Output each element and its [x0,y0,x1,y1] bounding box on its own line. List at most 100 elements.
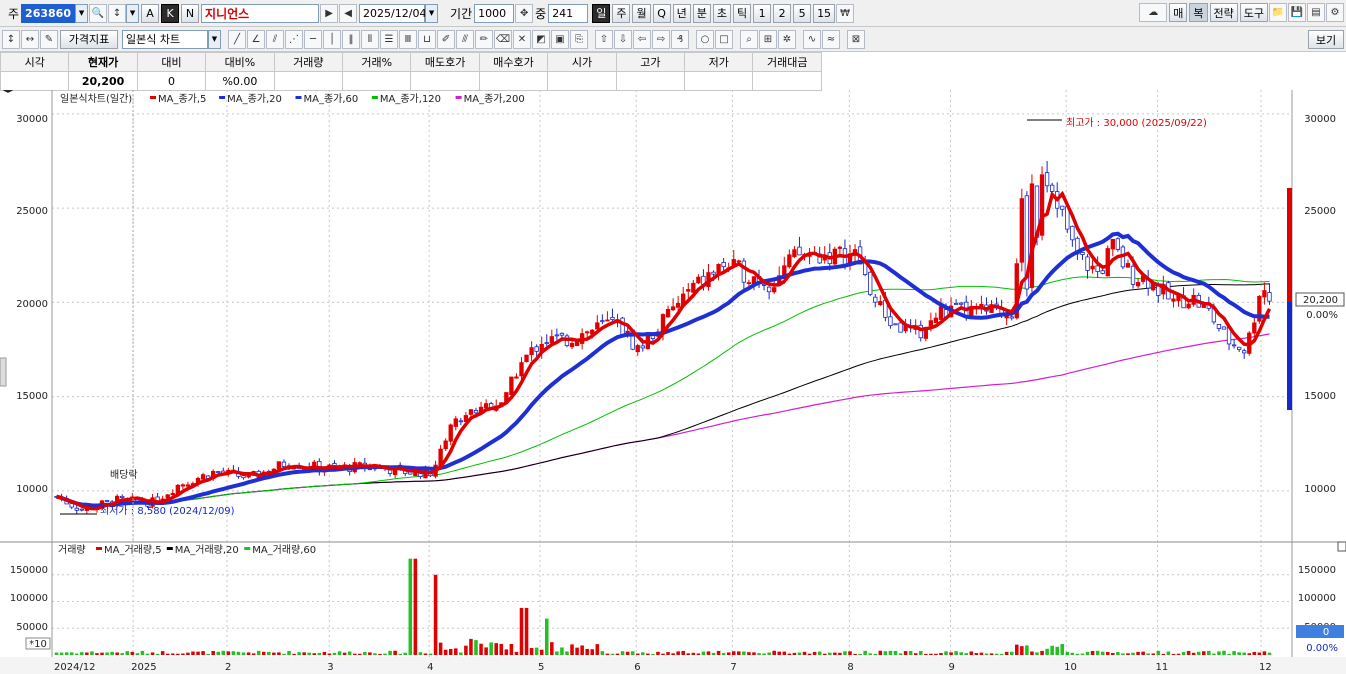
tf-week[interactable]: 주 [612,3,631,23]
tf-second[interactable]: 초 [712,3,731,23]
legend-swatch [96,547,102,550]
date-input[interactable]: 2025/12/04 [359,3,426,23]
search-icon[interactable]: 🔍 [89,3,108,23]
code-dropdown-icon[interactable]: ▼ [75,3,89,23]
tf-15[interactable]: 15 [813,3,836,23]
parallel-icon[interactable]: ⫻ [456,29,474,49]
attach-icon[interactable]: ⎘ [570,29,588,49]
arrow-up-icon[interactable]: ⇧ [595,29,613,49]
channel-icon[interactable]: ⫽ [266,29,284,49]
rectangle-icon[interactable]: □ [715,29,733,49]
clear-all-icon[interactable]: ⊠ [847,29,865,49]
brush-icon[interactable]: ✏ [475,29,493,49]
chart-type-select[interactable]: 일본식 차트 [122,29,208,49]
settings-icon[interactable]: ⚙ [1326,3,1344,22]
price-chart[interactable]: 일본식차트(일간) MA_종가,5 MA_종가,20 MA_종가,60 MA_종가,1… [0,90,1346,674]
val-low [684,71,754,91]
sort-icon[interactable]: ↕ [108,3,127,23]
hline-icon[interactable]: ─ [304,29,322,49]
tf-quarter[interactable]: Q [652,3,671,23]
print-icon[interactable]: ▤ [1307,3,1325,22]
arrow-right-icon[interactable]: ⇨ [652,29,670,49]
arrow-left-icon[interactable]: ⇦ [633,29,651,49]
val-current: 20,200 [68,71,138,91]
vertical-move-icon[interactable]: ↕ [2,29,20,49]
tf-day[interactable]: 일 [592,3,611,23]
tf-year[interactable]: 년 [672,3,691,23]
volume-bar [443,649,448,655]
cycle-icon[interactable]: ‖ [342,29,360,49]
grid-icon[interactable]: ☰ [380,29,398,49]
price-tag-icon[interactable]: ₰ [671,29,689,49]
candle-body [1009,316,1014,319]
count-input[interactable]: 241 [548,3,589,23]
tools-button[interactable]: 도구 [1239,3,1268,22]
chart-type-dropdown-icon[interactable]: ▼ [208,29,221,49]
left-panel-handle[interactable] [0,357,7,387]
cloud-icon[interactable]: ☁ [1139,3,1168,22]
tf-1[interactable]: 1 [753,3,772,23]
candle-body [1252,322,1257,334]
tf-month[interactable]: 월 [632,3,651,23]
sort-dropdown-icon[interactable]: ▼ [126,3,140,23]
period-lines-icon[interactable]: Ⅲ [399,29,417,49]
candle-body [878,301,883,306]
candle-body [1216,324,1222,329]
legend-swatch [295,96,302,99]
play-next-icon[interactable]: ▶ [320,3,339,23]
arrow-down-icon[interactable]: ⇩ [614,29,632,49]
tf-5[interactable]: 5 [793,3,812,23]
color-icon[interactable]: ◩ [532,29,550,49]
horizontal-move-icon[interactable]: ↔ [21,29,39,49]
circle-icon[interactable]: ○ [696,29,714,49]
zoom-icon[interactable]: ⌕ [740,29,758,49]
volume-bar [1186,650,1191,655]
tf-2[interactable]: 2 [773,3,792,23]
zoom-area-icon[interactable]: ⊞ [759,29,777,49]
save-icon[interactable]: 💾 [1288,3,1306,22]
stock-name-field[interactable]: 지니언스 [201,3,320,23]
pen-icon[interactable]: ✐ [437,29,455,49]
volume-bar [408,558,413,655]
candle-body [170,492,175,496]
close-volume-pane-icon[interactable] [1337,541,1346,552]
fan-icon[interactable]: ⋰ [285,29,303,49]
eraser-icon[interactable]: ⌫ [494,29,512,49]
period-input[interactable]: 1000 [474,3,515,23]
delete-icon[interactable]: ✕ [513,29,531,49]
stock-code-input[interactable]: 263860 [21,3,76,23]
wave-icon[interactable]: ∿ [803,29,821,49]
volume-bar [433,574,438,655]
volume-bar [651,653,655,655]
won-icon[interactable]: ₩ [836,3,855,23]
legend-swatch [244,547,251,550]
note-icon[interactable]: ▣ [551,29,569,49]
mode-k-button[interactable]: K [161,3,180,23]
tf-minute[interactable]: 분 [692,3,711,23]
fibo-time-icon[interactable]: ⦀ [361,29,379,49]
pattern-icon[interactable]: ≈ [822,29,840,49]
volume-bar [913,653,918,655]
volume-bar [706,651,711,655]
crosshair-icon[interactable]: ✥ [515,3,534,23]
vline-icon[interactable]: │ [323,29,341,49]
indicator-button[interactable]: 가격지표 [60,29,118,49]
edit-icon[interactable]: ✎ [40,29,58,49]
volume-bar [696,653,701,655]
view-button[interactable]: 보기 [1308,30,1344,49]
mode-n-button[interactable]: N [181,3,200,23]
play-prev-icon[interactable]: ◀ [339,3,358,23]
trade-button[interactable]: 매 [1169,3,1188,22]
low-annotation: 최저가 : 8,580 (2024/12/09) [100,505,235,517]
folder-icon[interactable]: 📁 [1269,3,1287,22]
retrace-icon[interactable]: ⊔ [418,29,436,49]
trendline-icon[interactable]: ╱ [228,29,246,49]
strategy-button[interactable]: 전략 [1209,3,1238,22]
angle-icon[interactable]: ∠ [247,29,265,49]
mode-a-button[interactable]: A [141,3,160,23]
tf-tick[interactable]: 틱 [732,3,752,23]
magic-icon[interactable]: ✲ [778,29,796,49]
date-dropdown-icon[interactable]: ▼ [425,3,439,23]
copy-button[interactable]: 복 [1189,3,1208,22]
ma5-line [56,190,1272,511]
